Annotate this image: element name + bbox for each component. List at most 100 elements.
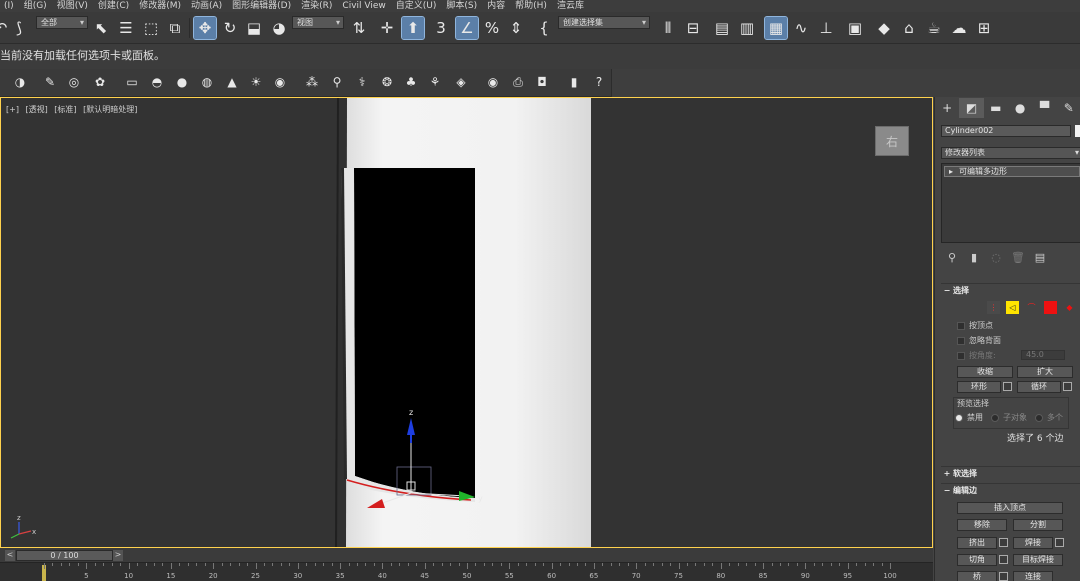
viewport-pov-label[interactable]: [透视] — [26, 105, 48, 114]
configure-sets-icon[interactable]: ▤ — [1029, 251, 1051, 264]
preview-subobject-radio[interactable]: 子对象 — [991, 412, 1027, 423]
keyboard-shortcut-icon[interactable]: ⬆ — [401, 16, 425, 40]
by-vertex-checkbox[interactable]: 按顶点 — [957, 321, 993, 331]
rock-icon[interactable]: ◈ — [451, 72, 471, 92]
render-setup-icon[interactable]: ⌂ — [898, 17, 920, 39]
modify-tab-icon[interactable]: ◩ — [959, 98, 984, 118]
cylinder-opening[interactable] — [354, 168, 475, 498]
menu-item-rendering[interactable]: 渲染(R) — [297, 0, 338, 12]
select-manipulate-icon[interactable]: ✛ — [376, 17, 398, 39]
make-unique-icon[interactable]: ◌ — [985, 251, 1007, 264]
bridge-button[interactable]: 桥 — [957, 571, 997, 581]
place-icon[interactable]: ◕ — [268, 17, 290, 39]
render-cloud-icon[interactable]: ⊞ — [973, 17, 995, 39]
plant-icon[interactable]: ♣ — [401, 72, 421, 92]
edit-edges-rollout-header[interactable]: − 编辑边 — [941, 483, 1080, 496]
border-level-icon[interactable]: ⌒ — [1025, 301, 1038, 314]
pivot-icon[interactable]: ⇅ — [348, 17, 370, 39]
edit-named-sel-icon[interactable]: { — [533, 17, 555, 39]
menu-item-civil-view[interactable]: Civil View — [338, 0, 391, 12]
named-selection-dropdown[interactable]: 创建选择集 — [558, 16, 650, 29]
spray-icon[interactable]: ✿ — [90, 72, 110, 92]
light-icon[interactable]: ◉ — [270, 72, 290, 92]
preview-multi-radio[interactable]: 多个 — [1035, 412, 1063, 423]
angle-snap-icon[interactable]: ∠ — [455, 16, 479, 40]
select-scale-icon[interactable]: ⬓ — [243, 17, 265, 39]
track-bar[interactable]: 5 10 15 20 25 30 35 40 45 50 55 60 65 70 75 80 85 90 95 100 — [0, 562, 933, 581]
align-icon[interactable]: ⊟ — [682, 17, 704, 39]
scene-explorer-icon[interactable]: ▥ — [736, 17, 758, 39]
extrude-settings-icon[interactable] — [999, 538, 1008, 547]
spinner-snap-icon[interactable]: ⇕ — [505, 17, 527, 39]
link-icon[interactable]: ⟆ — [8, 17, 30, 39]
menu-item-help[interactable]: 帮助(H) — [511, 0, 553, 12]
extrude-button[interactable]: 挤出 — [957, 537, 997, 549]
select-move-icon[interactable]: ✥ — [193, 16, 217, 40]
modifier-list-dropdown[interactable]: 修改器列表 — [941, 147, 1080, 159]
cone-icon[interactable]: ▲ — [222, 72, 242, 92]
render-frame-icon[interactable]: ☕ — [923, 17, 945, 39]
menu-item-view[interactable]: 视图(V) — [53, 0, 94, 12]
material-editor-icon[interactable]: ◆ — [873, 17, 895, 39]
vertex-level-icon[interactable]: ⋮ — [987, 301, 1000, 314]
remove-modifier-icon[interactable]: 🗑 — [1007, 251, 1029, 264]
helper-icon[interactable]: ⚕ — [352, 72, 372, 92]
print-icon[interactable]: ⎙ — [508, 72, 528, 92]
chamfer-settings-icon[interactable] — [999, 555, 1008, 564]
soft-selection-rollout-header[interactable]: + 软选择 — [941, 466, 1080, 479]
viewport-shading-label[interactable]: [默认明暗处理] — [83, 105, 137, 114]
angle-spinner[interactable]: 45.0 — [1021, 350, 1065, 360]
menu-item-modifiers[interactable]: 修改器(M) — [135, 0, 187, 12]
hair-icon[interactable]: ⚲ — [327, 72, 347, 92]
menu-item-customize[interactable]: 自定义(U) — [392, 0, 443, 12]
torus-icon[interactable]: ◍ — [197, 72, 217, 92]
viewport-standard-label[interactable]: [标准] — [54, 105, 76, 114]
select-rotate-icon[interactable]: ↻ — [219, 17, 241, 39]
preview-disabled-radio[interactable]: 禁用 — [955, 412, 983, 423]
perspective-viewport[interactable]: [+] [透视] [标准] [默认明暗处理] z y z x 右 — [0, 97, 933, 548]
menu-item-scripting[interactable]: 脚本(S) — [442, 0, 483, 12]
pin-stack-icon[interactable]: ⚲ — [941, 251, 963, 264]
percent-snap-icon[interactable]: % — [481, 17, 503, 39]
mirror-icon[interactable]: ⫴ — [657, 17, 679, 39]
viewcube[interactable]: 右 — [873, 122, 913, 158]
menu-item-i[interactable]: (I) — [0, 0, 20, 12]
object-color-swatch[interactable] — [1075, 125, 1080, 137]
layer-manager-icon[interactable]: ▤ — [711, 17, 733, 39]
menu-item-render-cloud[interactable]: 渲云库 — [553, 0, 590, 12]
brush-icon[interactable]: ✎ — [40, 72, 60, 92]
select-object-icon[interactable]: ⬉ — [90, 17, 112, 39]
box-icon[interactable]: ▭ — [122, 72, 142, 92]
target-weld-button[interactable]: 目标焊接 — [1013, 554, 1063, 566]
lock-icon[interactable]: ▮ — [564, 72, 584, 92]
menu-item-animation[interactable]: 动画(A) — [187, 0, 228, 12]
tree-icon[interactable]: ⚘ — [425, 72, 445, 92]
menu-item-content[interactable]: 内容 — [483, 0, 511, 12]
by-angle-checkbox[interactable]: 按角度: — [957, 351, 996, 361]
toggle-ribbon-icon[interactable]: ▦ — [764, 16, 788, 40]
element-level-icon[interactable]: ◆ — [1063, 301, 1076, 314]
globe-icon[interactable]: ◉ — [483, 72, 503, 92]
time-slider-next-icon[interactable]: > — [113, 550, 123, 561]
selection-filter-dropdown[interactable]: 全部 — [36, 16, 88, 29]
select-by-name-icon[interactable]: ☰ — [115, 17, 137, 39]
insert-vertex-button[interactable]: 插入顶点 — [957, 502, 1063, 514]
show-end-result-icon[interactable]: ▮ — [963, 251, 985, 264]
remove-button[interactable]: 移除 — [957, 519, 1007, 531]
time-slider[interactable]: < 0 / 100 > — [5, 550, 123, 561]
loop-spinner-icon[interactable] — [1063, 382, 1072, 391]
split-button[interactable]: 分割 — [1013, 519, 1063, 531]
camera-icon[interactable]: ◘ — [532, 72, 552, 92]
render-icon[interactable]: ☁ — [948, 17, 970, 39]
time-slider-thumb[interactable]: 0 / 100 — [16, 550, 113, 561]
connect-button[interactable]: 连接 — [1013, 571, 1053, 581]
time-slider-prev-icon[interactable]: < — [5, 550, 15, 561]
loop-button[interactable]: 循环 — [1017, 381, 1061, 393]
edge-level-icon[interactable]: ◁ — [1006, 301, 1019, 314]
hierarchy-tab-icon[interactable]: ▬ — [984, 98, 1008, 118]
curve-editor-icon[interactable]: ∿ — [790, 17, 812, 39]
menu-item-create[interactable]: 创建(C) — [94, 0, 135, 12]
create-tab-icon[interactable]: + — [935, 98, 959, 118]
menu-item-group[interactable]: 组(G) — [20, 0, 53, 12]
geodesic-icon[interactable]: ❂ — [377, 72, 397, 92]
